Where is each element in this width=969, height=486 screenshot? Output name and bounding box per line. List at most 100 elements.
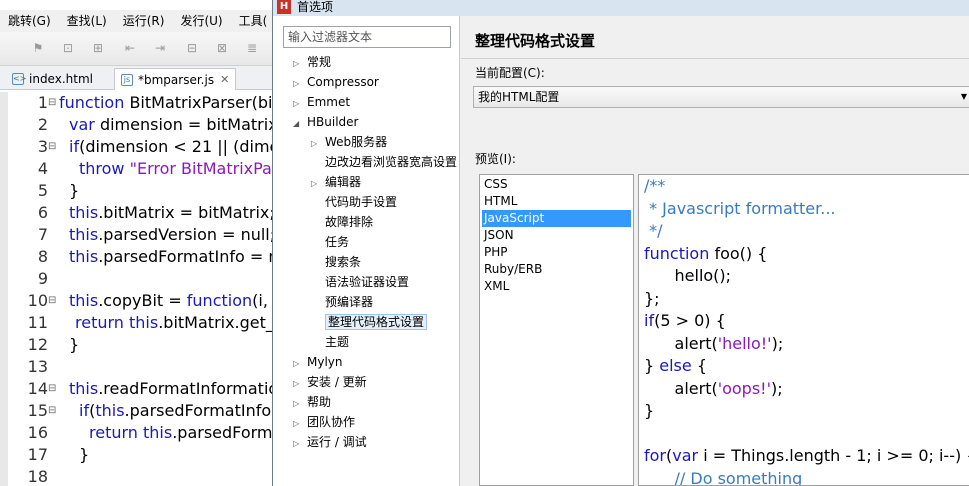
fold-toggle-icon[interactable]: ⊟ bbox=[48, 378, 56, 400]
tree-item[interactable]: ▷ Web服务器 bbox=[311, 132, 387, 152]
list-icon[interactable]: ≣ bbox=[244, 40, 260, 56]
expand-arrow-icon[interactable]: ▷ bbox=[293, 374, 307, 394]
code-line[interactable]: 5} bbox=[0, 180, 272, 202]
expand-arrow-icon[interactable]: ▷ bbox=[293, 74, 307, 94]
tree-item[interactable]: 主题 bbox=[311, 332, 349, 352]
code-line[interactable]: 6 this.bitMatrix = bitMatrix; bbox=[0, 202, 272, 224]
code-line[interactable]: 2 var dimension = bitMatrix bbox=[0, 114, 272, 136]
code-line[interactable]: 9 bbox=[0, 268, 272, 290]
language-item[interactable]: PHP bbox=[482, 244, 631, 261]
code-text: var dimension = bitMatrix bbox=[69, 115, 272, 134]
filter-input[interactable]: 输入过滤器文本 bbox=[283, 26, 451, 48]
language-item[interactable]: Ruby/ERB bbox=[482, 261, 631, 278]
code-line[interactable]: 1 ⊟ function BitMatrixParser(bit bbox=[0, 92, 272, 114]
preferences-dialog: H 首选项 输入过滤器文本 ▷ 常规 ▷ Compressor ▷ Emmet ◢ HBuil… bbox=[272, 0, 969, 486]
expanded-arrow-icon[interactable]: ◢ bbox=[293, 114, 307, 134]
tree-item[interactable]: 预编译器 bbox=[311, 292, 373, 312]
tree-item[interactable]: 代码助手设置 bbox=[311, 192, 397, 212]
menu-item[interactable]: 运行(R) bbox=[115, 10, 173, 32]
bookmark-icon[interactable]: ⚑ bbox=[30, 40, 46, 56]
language-list[interactable]: CSS HTML JavaScript JSON PHP Ruby/ERB XML bbox=[479, 174, 634, 486]
tree-item[interactable]: ▷ 安装 / 更新 bbox=[293, 372, 367, 392]
preview-line: for(var i = Things.length - 1; i >= 0; i… bbox=[644, 446, 969, 465]
tree-item[interactable]: 任务 bbox=[311, 232, 349, 252]
expand-arrow-icon[interactable]: ▷ bbox=[311, 134, 325, 154]
language-item[interactable]: CSS bbox=[482, 176, 631, 193]
tree-item-label: Emmet bbox=[307, 95, 351, 109]
hbuilder-logo-icon: H bbox=[277, 0, 291, 14]
expand-arrow-icon[interactable]: ▷ bbox=[293, 414, 307, 434]
tree-item[interactable]: ▷ Compressor bbox=[293, 72, 379, 92]
code-editor[interactable]: 1 ⊟ function BitMatrixParser(bit 2 var dimen… bbox=[0, 92, 272, 486]
code-line[interactable]: 3 ⊟ if(dimension < 21 || (dimen bbox=[0, 136, 272, 158]
code-line[interactable]: 10⊟ this.copyBit = function(i, j, bbox=[0, 290, 272, 312]
step-forward-icon[interactable]: ⇥ bbox=[152, 40, 168, 56]
code-line[interactable]: 13 bbox=[0, 356, 272, 378]
menu-item[interactable]: 工具( bbox=[231, 10, 272, 32]
code-line[interactable]: 18 bbox=[0, 466, 272, 486]
page-title: 整理代码格式设置 bbox=[475, 32, 596, 50]
code-line[interactable]: 15 ⊟ if(this.parsedFormatInfo bbox=[0, 400, 272, 422]
preview-line: function foo() { bbox=[644, 243, 768, 263]
new-file-icon[interactable]: ⊡ bbox=[60, 40, 76, 56]
menu-item[interactable]: 跳转(G) bbox=[0, 10, 59, 32]
current-config-label: 当前配置(C): bbox=[475, 66, 545, 80]
code-line[interactable]: 12} bbox=[0, 334, 272, 356]
tree-item-label: 主题 bbox=[325, 335, 350, 349]
expand-arrow-icon[interactable]: ▷ bbox=[293, 54, 307, 74]
code-line[interactable]: 17} bbox=[0, 444, 272, 466]
tree-item-label: 任务 bbox=[325, 235, 350, 249]
tree-item[interactable]: ◢ HBuilder bbox=[293, 112, 358, 132]
fold-toggle-icon[interactable]: ⊟ bbox=[48, 400, 56, 422]
code-line[interactable]: 4 throw "Error BitMatrixPar bbox=[0, 158, 272, 180]
save-file-icon[interactable]: ⊞ bbox=[90, 40, 106, 56]
preview-icon[interactable]: ⊠ bbox=[214, 40, 230, 56]
menu-item[interactable]: 发行(U) bbox=[172, 10, 230, 32]
language-item[interactable]: XML bbox=[482, 278, 631, 295]
preview-line: }; bbox=[644, 288, 660, 308]
expand-arrow-icon[interactable]: ▷ bbox=[293, 354, 307, 374]
expand-arrow-icon[interactable]: ▷ bbox=[293, 394, 307, 414]
expand-arrow-icon[interactable]: ▷ bbox=[293, 94, 307, 114]
expand-arrow-icon[interactable]: ▷ bbox=[311, 174, 325, 194]
fold-toggle-icon[interactable]: ⊟ bbox=[48, 136, 56, 158]
close-icon[interactable]: ✕ bbox=[220, 73, 229, 86]
tree-item[interactable]: ▷ 常规 bbox=[293, 52, 331, 72]
fold-toggle-icon[interactable]: ⊟ bbox=[48, 92, 56, 114]
code-line[interactable]: 14 ⊟ this.readFormatInformation bbox=[0, 378, 272, 400]
code-line[interactable]: 16 return this.parsedForma bbox=[0, 422, 272, 444]
tab-index-html[interactable]: <> index.html bbox=[6, 68, 99, 90]
tree-item[interactable]: ▷ Emmet bbox=[293, 92, 350, 112]
language-item[interactable]: JSON bbox=[482, 227, 631, 244]
tree-item[interactable]: ▷ 团队协作 bbox=[293, 412, 355, 432]
preview-line: } else { bbox=[644, 356, 707, 375]
line-number: 11 bbox=[27, 313, 48, 332]
language-item[interactable]: HTML bbox=[482, 193, 631, 210]
tree-item[interactable]: ▷ 编辑器 bbox=[311, 172, 361, 192]
step-back-icon[interactable]: ⇤ bbox=[122, 40, 138, 56]
tab-bmparser-js[interactable]: js *bmparser.js ✕ bbox=[114, 68, 237, 90]
tree-item[interactable]: ▷ 帮助 bbox=[293, 392, 331, 412]
code-line[interactable]: 7 this.parsedVersion = null; bbox=[0, 224, 272, 246]
dialog-titlebar[interactable]: H 首选项 bbox=[273, 0, 969, 16]
code-line[interactable]: 11 return this.bitMatrix.get_ bbox=[0, 312, 272, 334]
tree-item[interactable]: 语法验证器设置 bbox=[311, 272, 409, 292]
tree-item-label: 团队协作 bbox=[307, 415, 356, 429]
code-text: return this.parsedForma bbox=[89, 423, 272, 442]
menu-item[interactable]: 查找(L) bbox=[59, 10, 115, 32]
tree-item[interactable]: 故障排除 bbox=[311, 212, 373, 232]
divider bbox=[461, 58, 969, 59]
tree-item[interactable]: ▷ 运行 / 调试 bbox=[293, 432, 367, 452]
current-config-select[interactable]: 我的HTML配置 ▼ bbox=[473, 86, 969, 108]
tree-item[interactable]: 整理代码格式设置 bbox=[311, 312, 428, 332]
line-number: 16 bbox=[27, 423, 48, 442]
tree-item[interactable]: 边改边看浏览器宽高设置 bbox=[311, 152, 457, 172]
tree-item[interactable]: 搜索条 bbox=[311, 252, 361, 272]
tree-item-label: 故障排除 bbox=[325, 215, 374, 229]
format-icon[interactable]: ⊟ bbox=[184, 40, 200, 56]
tree-item[interactable]: ▷ Mylyn bbox=[293, 352, 343, 372]
fold-toggle-icon[interactable]: ⊟ bbox=[48, 290, 56, 312]
code-line[interactable]: 8 this.parsedFormatInfo = nu bbox=[0, 246, 272, 268]
expand-arrow-icon[interactable]: ▷ bbox=[293, 434, 307, 454]
language-item[interactable]: JavaScript bbox=[482, 210, 631, 227]
